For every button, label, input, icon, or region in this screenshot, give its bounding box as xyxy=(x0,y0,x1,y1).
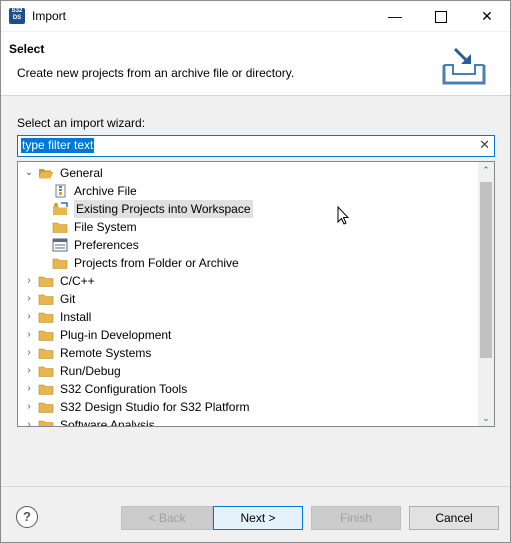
folder-icon xyxy=(38,348,54,359)
footer-separator xyxy=(1,486,510,487)
chevron-right-icon[interactable]: › xyxy=(24,362,34,380)
mouse-cursor-icon xyxy=(337,206,349,225)
folder-icon xyxy=(52,222,68,233)
scroll-thumb[interactable] xyxy=(480,182,492,358)
folder-open-icon xyxy=(39,169,54,179)
tree-item-label: Projects from Folder or Archive xyxy=(74,256,239,270)
filter-input[interactable]: type filter text ✕ xyxy=(17,135,495,157)
folder-icon xyxy=(38,312,54,323)
tree-item-label: Existing Projects into Workspace xyxy=(74,200,253,218)
folder-icon xyxy=(38,330,54,341)
tree-category[interactable]: ⌄ General xyxy=(18,164,478,182)
tree-category[interactable]: › S32 Design Studio for S32 Platform xyxy=(18,398,478,416)
folder-icon xyxy=(38,276,54,287)
tree-item-label: Archive File xyxy=(74,184,137,198)
close-button[interactable]: ✕ xyxy=(464,1,510,31)
folder-icon xyxy=(38,420,54,426)
finish-button[interactable]: Finish xyxy=(311,506,401,530)
chevron-down-icon[interactable]: ⌄ xyxy=(24,164,34,182)
tree-item-label: Software Analysis xyxy=(60,418,155,427)
chevron-right-icon[interactable]: › xyxy=(24,344,34,362)
title-bar: S32 DS Import — ✕ xyxy=(1,1,510,31)
tree-item[interactable]: Existing Projects into Workspace xyxy=(18,200,478,218)
folder-icon xyxy=(52,258,68,269)
clear-filter-icon[interactable]: ✕ xyxy=(479,137,490,153)
tree-category[interactable]: › Install xyxy=(18,308,478,326)
wizard-header: Select Create new projects from an archi… xyxy=(1,32,510,96)
chevron-right-icon[interactable]: › xyxy=(24,290,34,308)
preferences-icon xyxy=(52,238,68,252)
tree-item-label: S32 Configuration Tools xyxy=(60,382,188,396)
tree-item[interactable]: Projects from Folder or Archive xyxy=(18,254,478,272)
scroll-up-icon[interactable]: ⌃ xyxy=(478,162,494,178)
vertical-scrollbar[interactable]: ⌃ ⌄ xyxy=(478,162,494,426)
tree-item-label: S32 Design Studio for S32 Platform xyxy=(60,400,250,414)
chevron-right-icon[interactable]: › xyxy=(24,380,34,398)
tree-category[interactable]: › S32 Configuration Tools xyxy=(18,380,478,398)
minimize-button[interactable]: — xyxy=(372,1,418,31)
tree-category[interactable]: › Plug-in Development xyxy=(18,326,478,344)
import-banner-icon xyxy=(442,47,486,85)
import-dialog: S32 DS Import — ✕ Select Create new proj… xyxy=(0,0,511,543)
window-title: Import xyxy=(32,9,67,23)
tree-item-label: General xyxy=(60,166,103,180)
existing-projects-icon xyxy=(53,202,68,215)
tree-item[interactable]: Preferences xyxy=(18,236,478,254)
chevron-right-icon[interactable]: › xyxy=(24,326,34,344)
s32ds-app-icon: S32 DS xyxy=(9,8,25,24)
tree-category[interactable]: › Software Analysis xyxy=(18,416,478,427)
tree-item[interactable]: Archive File xyxy=(18,182,478,200)
tree-category[interactable]: › Remote Systems xyxy=(18,344,478,362)
chevron-right-icon[interactable]: › xyxy=(24,398,34,416)
tree-category[interactable]: › C/C++ xyxy=(18,272,478,290)
tree-item-label: Run/Debug xyxy=(60,364,121,378)
back-button[interactable]: < Back xyxy=(121,506,213,530)
cancel-button[interactable]: Cancel xyxy=(409,506,499,530)
tree-item-label: Remote Systems xyxy=(60,346,152,360)
tree-item-label: Plug-in Development xyxy=(60,328,172,342)
import-wizard-label: Select an import wizard: xyxy=(17,116,146,130)
folder-icon xyxy=(38,294,54,305)
folder-icon xyxy=(38,366,54,377)
page-title: Select xyxy=(9,42,45,56)
folder-icon xyxy=(38,384,54,395)
maximize-button[interactable] xyxy=(418,1,464,31)
tree-item-label: Install xyxy=(60,310,92,324)
next-button[interactable]: Next > xyxy=(213,506,303,530)
tree-category[interactable]: › Run/Debug xyxy=(18,362,478,380)
chevron-right-icon[interactable]: › xyxy=(24,308,34,326)
tree-item-label: File System xyxy=(74,220,137,234)
tree-item-label: Git xyxy=(60,292,76,306)
scroll-down-icon[interactable]: ⌄ xyxy=(478,410,494,426)
folder-icon xyxy=(38,402,54,413)
wizard-tree[interactable]: › Software Analysis › S32 Design Studio for… xyxy=(17,161,495,427)
page-description: Create new projects from an archive file… xyxy=(17,66,295,80)
maximize-icon xyxy=(435,11,447,24)
tree-item[interactable]: File System xyxy=(18,218,478,236)
archive-file-icon xyxy=(55,184,66,198)
tree-category[interactable]: › Git xyxy=(18,290,478,308)
chevron-right-icon[interactable]: › xyxy=(24,272,34,290)
filter-text[interactable]: type filter text xyxy=(21,138,95,153)
tree-item-label: C/C++ xyxy=(60,274,95,288)
tree-item-label: Preferences xyxy=(74,238,139,252)
chevron-right-icon[interactable]: › xyxy=(24,416,34,426)
help-button[interactable]: ? xyxy=(16,506,38,528)
